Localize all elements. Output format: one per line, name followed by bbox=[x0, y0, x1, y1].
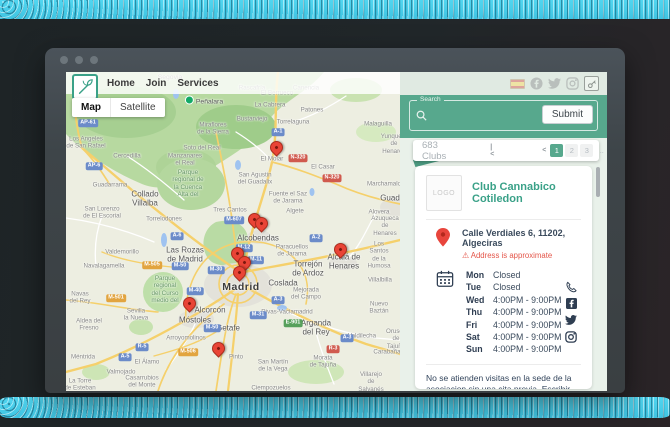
window-titlebar bbox=[45, 48, 625, 72]
search-input[interactable] bbox=[432, 106, 542, 126]
map-terrain bbox=[66, 72, 400, 391]
site-logo[interactable] bbox=[72, 74, 98, 100]
main-nav: Home Join Services bbox=[107, 78, 219, 89]
seedling-logo-icon bbox=[78, 79, 93, 95]
page-content: SegoviaRascafríaCanenciaPeñalaraBustarvi… bbox=[66, 72, 607, 391]
road-badge: A-3 bbox=[271, 296, 285, 304]
map-type-control: Map Satellite bbox=[72, 98, 165, 117]
search-fieldset: Search Submit bbox=[409, 96, 598, 131]
road-badge: A-1 bbox=[271, 128, 285, 136]
divider bbox=[426, 363, 581, 365]
page-button-1[interactable]: 1 bbox=[550, 144, 564, 157]
page-button-3[interactable]: 3 bbox=[580, 144, 594, 157]
hours-table: Mon Closed Tue Closed Wed 4:00PM - 9:00PM Thu 4… bbox=[466, 269, 561, 356]
map-canvas[interactable]: SegoviaRascafríaCanenciaPeñalaraBustarvi… bbox=[66, 72, 400, 391]
spain-flag-icon[interactable] bbox=[510, 78, 525, 89]
browser-window: SegoviaRascafríaCanenciaPeñalaraBustarvi… bbox=[45, 48, 625, 393]
window-dot[interactable] bbox=[60, 56, 68, 64]
panel-scrollbar[interactable] bbox=[596, 167, 600, 197]
opening-hours: Mon Closed Tue Closed Wed 4:00PM - 9:00PM Thu 4… bbox=[426, 269, 581, 356]
facebook-icon[interactable] bbox=[565, 298, 577, 309]
location-pin-icon bbox=[436, 228, 450, 247]
club-name[interactable]: Club Cannabico Cotiledon bbox=[472, 181, 581, 205]
sparkle-band-bottom bbox=[0, 397, 670, 418]
road-badge: M-505 bbox=[142, 261, 162, 269]
instagram-icon[interactable] bbox=[566, 77, 579, 90]
search-block: Search Submit bbox=[400, 95, 607, 138]
twitter-icon[interactable] bbox=[548, 77, 561, 90]
divider bbox=[426, 219, 581, 220]
facebook-icon[interactable] bbox=[530, 77, 543, 90]
calendar-icon bbox=[436, 270, 454, 287]
hours-row: Fri 4:00PM - 9:00PM bbox=[466, 319, 562, 330]
address-approximate-note: ⚠ Address is approximate bbox=[462, 251, 553, 260]
window-dot[interactable] bbox=[75, 56, 83, 64]
road-badge: R-5 bbox=[135, 343, 149, 351]
road-badge: A-3 bbox=[340, 334, 354, 342]
search-icon bbox=[416, 110, 427, 121]
road-badge: M-31 bbox=[249, 311, 267, 319]
pager-nav[interactable]: |< bbox=[489, 144, 497, 158]
club-logo-placeholder: LOGO bbox=[426, 175, 462, 211]
pager-dots: .. bbox=[599, 146, 604, 155]
warning-icon: ⚠ bbox=[462, 251, 469, 260]
hours-row: Thu 4:00PM - 9:00PM bbox=[466, 307, 562, 318]
satellite-view-button[interactable]: Satellite bbox=[111, 98, 165, 117]
map-view-button[interactable]: Map bbox=[72, 98, 111, 117]
road-badge: M-50 bbox=[171, 262, 189, 270]
page-button-2[interactable]: 2 bbox=[565, 144, 579, 157]
road-badge: A-2 bbox=[309, 234, 323, 242]
pager-nav[interactable]: < bbox=[540, 144, 548, 157]
submit-button[interactable]: Submit bbox=[541, 105, 593, 124]
mockup-backdrop: SegoviaRascafríaCanenciaPeñalaraBustarvi… bbox=[0, 0, 670, 427]
site-header: Home Join Services bbox=[66, 72, 400, 100]
nav-item-home[interactable]: Home bbox=[107, 78, 135, 89]
twitter-icon[interactable] bbox=[565, 314, 577, 326]
road-badge: N-320 bbox=[288, 154, 308, 162]
road-badge: M-40 bbox=[186, 287, 204, 295]
road-badge: R-3 bbox=[326, 345, 340, 353]
hours-row: Sun 4:00PM - 9:00PM bbox=[466, 344, 562, 355]
road-badge: M-506 bbox=[178, 348, 198, 356]
instagram-icon[interactable] bbox=[565, 331, 577, 343]
results-count: 683 Clubs bbox=[422, 139, 447, 162]
club-description: No se atienden visitas en la sede de la … bbox=[426, 372, 572, 389]
road-badge: M-607 bbox=[224, 216, 244, 224]
phone-icon[interactable] bbox=[565, 281, 577, 293]
road-badge: AP-61 bbox=[78, 119, 98, 127]
nav-item-join[interactable]: Join bbox=[146, 78, 167, 89]
road-badge: A-5 bbox=[118, 353, 132, 361]
search-legend: Search bbox=[417, 96, 444, 104]
road-badge: N-320 bbox=[322, 174, 342, 182]
club-card: LOGO Club Cannabico Cotiledon Calle Verd… bbox=[415, 166, 592, 389]
road-badge: M-501 bbox=[106, 294, 126, 302]
road-badge: E-901 bbox=[283, 319, 303, 327]
hours-row: Sat 4:00PM - 9:00PM bbox=[466, 332, 562, 343]
hours-row: Wed 4:00PM - 9:00PM bbox=[466, 294, 562, 305]
hours-row: Mon Closed bbox=[466, 270, 521, 280]
road-badge: A-6 bbox=[170, 232, 184, 240]
results-panel: Search Submit 683 Clubs |< < 1 2 3 .. LO… bbox=[400, 72, 607, 391]
club-address: Calle Verdiales 6, 11202, Algeciras bbox=[462, 228, 566, 248]
key-login-icon[interactable] bbox=[584, 76, 599, 91]
nav-item-services[interactable]: Services bbox=[177, 78, 218, 89]
road-badge: M-30 bbox=[207, 266, 225, 274]
road-badge: M-50 bbox=[203, 324, 221, 332]
hours-row: Tue Closed bbox=[466, 282, 521, 293]
social-strip bbox=[400, 72, 607, 95]
pagination: |<<123..69>>| bbox=[448, 144, 607, 158]
club-contact-icons bbox=[565, 281, 577, 343]
results-bar: 683 Clubs |<<123..69>>| bbox=[413, 139, 604, 162]
window-dot[interactable] bbox=[90, 56, 98, 64]
road-badge: AP-6 bbox=[85, 162, 103, 170]
sparkle-band-top bbox=[0, 0, 670, 19]
